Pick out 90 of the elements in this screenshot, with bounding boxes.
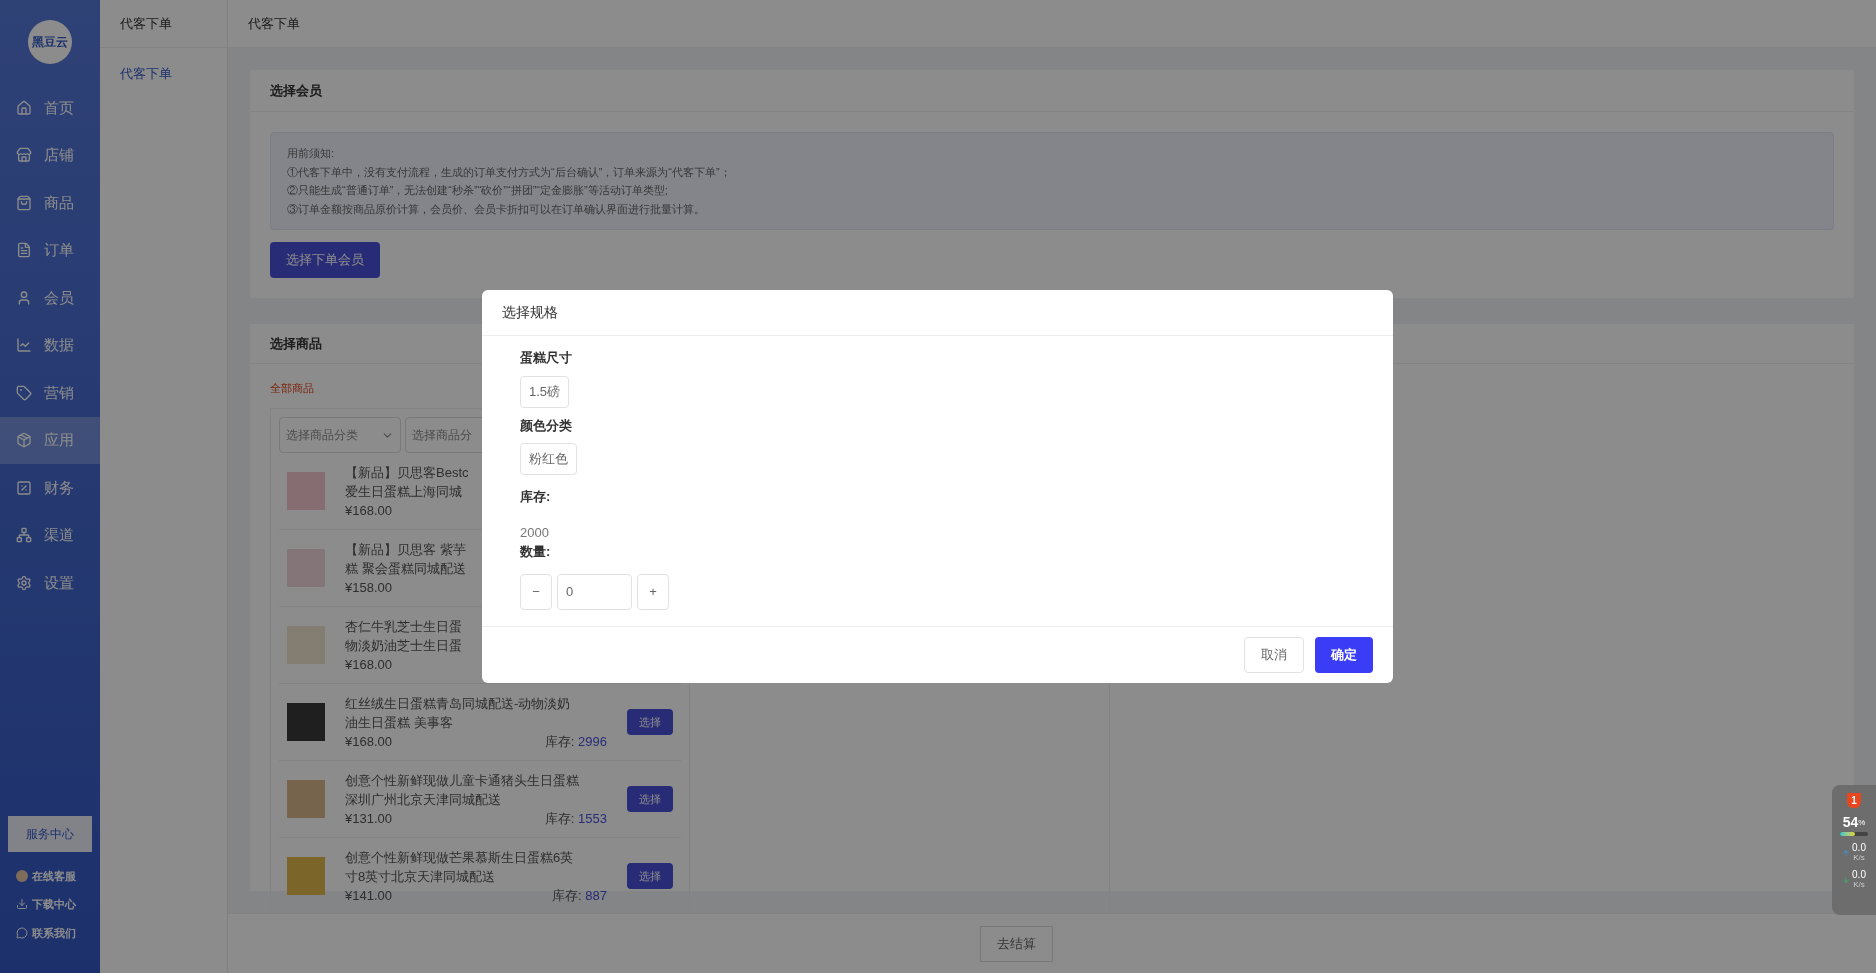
nav-icon (16, 99, 32, 116)
subnav-item[interactable]: 代客下单 (100, 48, 227, 100)
product-title: 糕 聚会蛋糕同城配送 (345, 559, 466, 578)
product-title: 杏仁牛乳芝士生日蛋 (345, 617, 462, 636)
photo-placeholder (287, 780, 325, 818)
stock-text: 库存: 1553 (544, 809, 607, 828)
notice-line: ①代客下单中，没有支付流程，生成的订单支付方式为“后台确认”，订单来源为“代客下单”； (287, 164, 732, 180)
breadcrumb: 代客下单 (228, 0, 1876, 48)
photo-placeholder (287, 472, 325, 510)
usage-unit: % (1858, 818, 1866, 829)
speed-value: 0.0 (1852, 870, 1866, 880)
product-price: ¥141.00 (345, 886, 392, 905)
nav-item[interactable]: 渠道 (0, 511, 100, 559)
section-title: 选择会员 (250, 70, 1854, 112)
download-icon (16, 898, 28, 911)
nav-item[interactable]: 营销 (0, 369, 100, 417)
nav-item[interactable]: 首页 (0, 84, 100, 132)
stock-text: 库存: 2996 (544, 732, 607, 751)
upload-arrow-icon (1842, 849, 1851, 857)
nav-icon (16, 479, 32, 496)
stock-label: 库存: (520, 488, 552, 506)
nav-icon (16, 194, 32, 211)
nav-icon (16, 384, 32, 401)
product-price: ¥168.00 (345, 655, 392, 674)
logo: 黑豆云 (28, 20, 72, 64)
avatar-icon (16, 869, 28, 882)
product-title: 【新品】贝思客Bestc (345, 463, 469, 482)
decrease-button[interactable]: − (520, 573, 552, 610)
select-member-button[interactable]: 选择下单会员 (270, 242, 380, 278)
spec-option[interactable]: 粉红色 (520, 443, 577, 475)
product-title: 创意个性新鲜现做芒果慕斯生日蛋糕6英 (345, 848, 574, 867)
product-price: ¥131.00 (345, 809, 392, 828)
speed-value: 0.0 (1852, 843, 1866, 853)
footer-link[interactable]: 在线客服 (16, 867, 100, 884)
quantity-label: 数量: (520, 543, 552, 561)
footer-link[interactable]: 联系我们 (16, 924, 100, 941)
photo-placeholder (287, 857, 325, 895)
notice-line: ③订单金额按商品原价计算，会员价、会员卡折扣可以在订单确认界面进行批量计算。 (287, 201, 706, 217)
nav-icon (16, 242, 32, 259)
select-product-button[interactable]: 选择 (627, 709, 673, 735)
nav-icon (16, 574, 32, 591)
spec-option[interactable]: 1.5磅 (520, 375, 570, 408)
product-title: 爱生日蛋糕上海同城 (345, 482, 462, 501)
nav-icon (16, 432, 32, 449)
service-center-button[interactable]: 服务中心 (8, 815, 92, 852)
select-product-button[interactable]: 选择 (627, 863, 673, 889)
notice-line: 用前须知: (287, 146, 336, 161)
stock-value: 2000 (520, 523, 550, 542)
photo-placeholder (287, 626, 325, 664)
dialog-title: 选择规格 (482, 290, 1393, 336)
speed-unit: K/s (1853, 880, 1865, 890)
nav-item[interactable]: 订单 (0, 226, 100, 274)
stock-text: 库存: 887 (552, 886, 607, 905)
nav-icon (16, 527, 32, 544)
speed-unit: K/s (1853, 853, 1865, 863)
product-price: ¥158.00 (345, 578, 392, 597)
nav-item[interactable]: 设置 (0, 559, 100, 607)
quantity-input[interactable]: 0 (557, 573, 632, 610)
notice-line: ②只能生成“普通订单”，无法创建“秒杀”“砍价”“拼团”“定金膨胀”等活动订单类型; (287, 183, 669, 198)
increase-button[interactable]: + (637, 573, 669, 610)
product-price: ¥168.00 (345, 732, 392, 751)
product-title: 深圳广州北京天津同城配送 (345, 790, 501, 809)
nav-item[interactable]: 财务 (0, 464, 100, 512)
alert-badge: 1 (1847, 793, 1861, 808)
select-product-button[interactable]: 选择 (627, 786, 673, 812)
nav-item[interactable]: 数据 (0, 321, 100, 369)
photo-placeholder (287, 703, 325, 741)
product-title: 【新品】贝思客 紫芋 (345, 540, 466, 559)
footer-link[interactable]: 下载中心 (16, 896, 100, 913)
cancel-button[interactable]: 取消 (1244, 636, 1304, 673)
nav-icon (16, 337, 32, 354)
product-title: 寸8英寸北京天津同城配送 (345, 867, 496, 886)
checkout-button[interactable]: 去结算 (980, 925, 1053, 962)
nav-item[interactable]: 商品 (0, 179, 100, 227)
nav-icon (16, 289, 32, 306)
product-title: 油生日蛋糕 美事客 (345, 713, 453, 732)
usage-reading: 54 (1842, 815, 1859, 829)
product-title: 红丝绒生日蛋糕青岛同城配送-动物淡奶 (345, 694, 571, 713)
product-title: 物淡奶油芝士生日蛋 (345, 636, 462, 655)
chat-icon (16, 926, 28, 939)
nav-item[interactable]: 会员 (0, 274, 100, 322)
download-arrow-icon (1842, 876, 1851, 884)
subnav-title: 代客下单 (100, 0, 227, 48)
confirm-button[interactable]: 确定 (1315, 636, 1373, 673)
product-price: ¥168.00 (345, 501, 392, 520)
product-title: 创意个性新鲜现做儿童卡通猪头生日蛋糕 (345, 771, 579, 790)
category-select[interactable]: 选择商品分类 (279, 417, 401, 453)
nav-icon (16, 147, 32, 164)
nav-item[interactable]: 店铺 (0, 131, 100, 179)
spec-group-label: 蛋糕尺寸 (520, 349, 573, 367)
